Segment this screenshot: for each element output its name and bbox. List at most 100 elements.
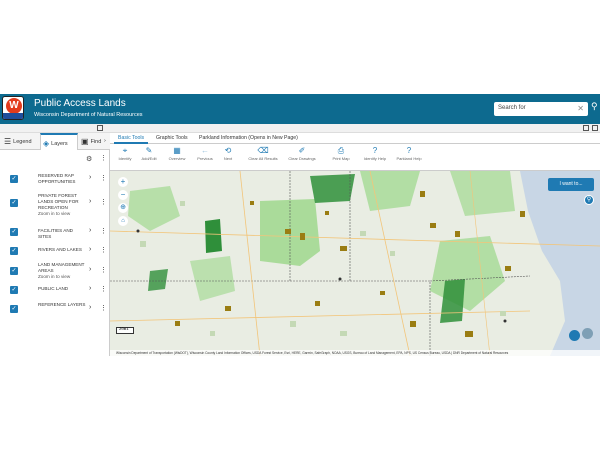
layer-options-icon[interactable]: ⋮ (100, 198, 107, 206)
app-title: Public Access Lands (34, 98, 126, 109)
town-marker (136, 229, 140, 233)
search-input[interactable]: Search for ✕ (494, 102, 588, 116)
chevron-right-icon[interactable]: › (89, 174, 91, 181)
print-map-button[interactable]: ⎙ Print Map (326, 146, 356, 161)
panel-tabs: ☰ Legend ◈ Layers ▣ Find › (0, 133, 110, 150)
managed-parcel (315, 301, 320, 306)
managed-parcel (340, 246, 347, 251)
chevron-right-icon[interactable]: › (89, 246, 91, 253)
legend-icon: ☰ (4, 137, 12, 146)
layer-checkbox[interactable]: ✓ (10, 175, 18, 183)
more-options-icon[interactable]: ⋮ (100, 154, 107, 162)
layer-checkbox[interactable]: ✓ (10, 199, 18, 207)
public-parcel (140, 241, 146, 247)
layer-name: REFERENCE LAYERS (38, 302, 86, 307)
managed-parcel (380, 291, 385, 295)
layer-item[interactable]: ✓ RIVERS AND LAKES › ⋮ (0, 243, 110, 261)
layer-checkbox[interactable]: ✓ (10, 267, 18, 275)
dnr-logo: W (2, 96, 24, 120)
layer-options-icon[interactable]: ⋮ (100, 174, 107, 182)
public-parcel (290, 321, 296, 327)
zoom-in-button[interactable]: + (118, 177, 128, 187)
layer-options-icon[interactable]: ⋮ (100, 266, 107, 274)
app-window: W Public Access Lands Wisconsin Departme… (0, 94, 600, 356)
search-placeholder: Search for (498, 105, 526, 111)
clear-drawings-button[interactable]: ✐ Clear Drawings (284, 146, 320, 161)
tab-basic-tools[interactable]: Basic Tools (114, 134, 149, 144)
app-header: W Public Access Lands Wisconsin Departme… (0, 94, 600, 124)
layer-item[interactable]: ✓ FACILITIES AND SITES › ⋮ (0, 224, 110, 242)
app-subtitle: Wisconsin Department of Natural Resource… (34, 112, 143, 118)
map-view[interactable]: + − ⊕ ⌂ I want to... ⚲ 20mi Wisconsin De… (110, 171, 600, 356)
managed-parcel (285, 229, 291, 234)
chevron-right-icon[interactable]: › (89, 198, 91, 205)
layer-item[interactable]: ✓ PUBLIC LAND › ⋮ (0, 282, 110, 300)
locate-icon[interactable]: ⊕ (118, 203, 128, 213)
managed-parcel (250, 201, 254, 205)
managed-parcel (300, 233, 305, 240)
add-edit-button[interactable]: ✎ Add/Edit (134, 146, 164, 161)
managed-parcel (175, 321, 180, 326)
public-parcel (210, 331, 215, 336)
filter-icon[interactable]: ⚙ (86, 155, 92, 163)
clear-results-button[interactable]: ⌫ Clear All Results (244, 146, 282, 161)
public-parcel (340, 331, 347, 336)
layer-item[interactable]: ✓ RESERVED RAP OPPORTUNITIES › ⋮ (0, 171, 110, 189)
toolbar-tabs: Basic Tools Graphic Tools Parkland Infor… (110, 133, 600, 144)
chevron-right-icon[interactable]: › (89, 266, 91, 273)
tab-layers[interactable]: ◈ Layers (40, 133, 78, 150)
chevron-right-icon[interactable]: › (89, 285, 91, 292)
state-forest (148, 269, 168, 291)
layer-options-icon[interactable]: ⋮ (100, 285, 107, 293)
basemap-toggle-icon[interactable] (569, 330, 580, 341)
find-icon: ▣ (81, 137, 89, 146)
extent-icon[interactable]: ⌂ (118, 216, 128, 226)
i-want-to-button[interactable]: I want to... (548, 178, 594, 191)
layer-options-icon[interactable]: ⋮ (100, 227, 107, 235)
zoom-out-button[interactable]: − (118, 190, 128, 200)
managed-parcel (325, 211, 329, 215)
tab-find[interactable]: ▣ Find (79, 133, 104, 150)
clear-search-icon[interactable]: ✕ (577, 104, 584, 113)
overview-map-icon[interactable] (582, 328, 593, 339)
overview-button[interactable]: ▦ Overview (162, 146, 192, 161)
town-marker (338, 277, 342, 281)
layer-checkbox[interactable]: ✓ (10, 228, 18, 236)
print-icon: ⎙ (337, 146, 345, 155)
next-icon: ⟲ (224, 146, 232, 155)
search-icon[interactable]: ⚲ (591, 101, 598, 112)
collapse-panel-button[interactable] (97, 125, 103, 131)
layer-item[interactable]: ✓ PRIVATE FOREST LANDS OPEN FOR RECREATI… (0, 191, 110, 216)
identify-help-button[interactable]: ? Identify Help (360, 146, 390, 161)
layer-checkbox[interactable]: ✓ (10, 305, 18, 313)
minimize-toolbar-button[interactable] (583, 125, 589, 131)
public-parcel (180, 201, 185, 206)
clear-results-icon: ⌫ (257, 146, 269, 155)
scale-bar: 20mi (116, 327, 134, 334)
managed-parcel (520, 211, 525, 217)
chevron-right-icon[interactable]: › (89, 227, 91, 234)
parkland-help-button[interactable]: ? Parkland Help (392, 146, 426, 161)
tab-parkland-information[interactable]: Parkland Information (Opens in New Page) (195, 134, 302, 142)
layer-options-icon[interactable]: ⋮ (100, 304, 107, 312)
next-button[interactable]: ⟲ Next (213, 146, 243, 161)
managed-parcel (455, 231, 460, 237)
clear-drawings-icon: ✐ (298, 146, 306, 155)
help-icon: ? (406, 146, 412, 155)
public-parcel (360, 231, 366, 236)
layer-item[interactable]: ✓ REFERENCE LAYERS › ⋮ (0, 301, 110, 319)
layer-item[interactable]: ✓ LAND MANAGEMENT AREAS Zoom in to view ›… (0, 262, 110, 280)
tab-graphic-tools[interactable]: Graphic Tools (152, 134, 192, 142)
layers-panel: ☰ Legend ◈ Layers ▣ Find › ⚙ ⋮ ✓ RESERVED R… (0, 133, 110, 356)
add-edit-icon: ✎ (145, 146, 153, 155)
managed-parcel (430, 223, 436, 228)
layer-options-icon[interactable]: ⋮ (100, 246, 107, 254)
map-search-icon[interactable]: ⚲ (584, 195, 594, 205)
public-parcel (390, 251, 395, 256)
map-canvas[interactable] (110, 171, 600, 356)
layer-checkbox[interactable]: ✓ (10, 247, 18, 255)
chevron-right-icon[interactable]: › (89, 304, 91, 311)
layer-checkbox[interactable]: ✓ (10, 286, 18, 294)
tab-legend[interactable]: ☰ Legend (2, 133, 40, 150)
maximize-toolbar-button[interactable] (592, 125, 598, 131)
